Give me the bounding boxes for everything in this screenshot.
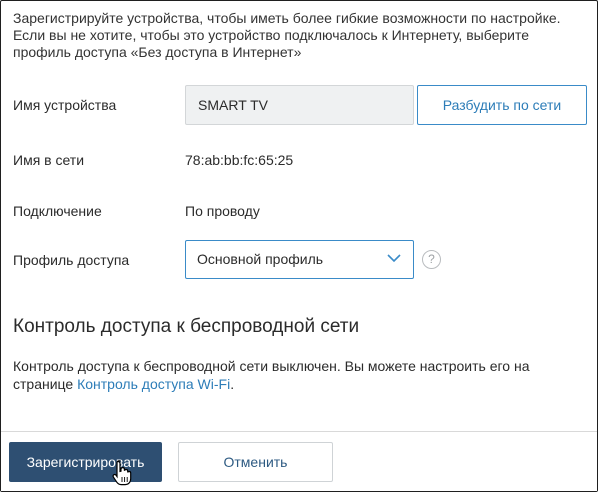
connection-label: Подключение <box>13 203 102 219</box>
network-name-value: 78:ab:bb:fc:65:25 <box>185 152 294 168</box>
device-name-label: Имя устройства <box>13 97 117 113</box>
wifi-access-description: Контроль доступа к беспроводной сети вык… <box>13 357 573 393</box>
connection-value: По проводу <box>185 203 260 219</box>
wifi-access-section-title: Контроль доступа к беспроводной сети <box>13 316 360 337</box>
intro-text: Зарегистрируйте устройства, чтобы иметь … <box>13 10 561 60</box>
wifi-access-text-end: . <box>230 376 235 392</box>
device-name-input[interactable]: SMART TV <box>185 85 414 125</box>
register-button[interactable]: Зарегистрировать <box>9 442 162 482</box>
cancel-button[interactable]: Отменить <box>178 442 333 482</box>
chevron-down-icon <box>387 254 401 263</box>
hand-pointer-icon <box>112 460 132 486</box>
help-icon[interactable]: ? <box>422 250 441 269</box>
wifi-access-control-link[interactable]: Контроль доступа Wi-Fi <box>77 376 230 392</box>
access-profile-label: Профиль доступа <box>13 252 130 268</box>
access-profile-value: Основной профиль <box>197 251 324 267</box>
access-profile-select[interactable]: Основной профиль <box>185 240 414 279</box>
register-device-dialog: Зарегистрируйте устройства, чтобы иметь … <box>0 0 598 492</box>
wake-on-lan-button[interactable]: Разбудить по сети <box>417 85 587 125</box>
network-name-label: Имя в сети <box>13 152 85 168</box>
